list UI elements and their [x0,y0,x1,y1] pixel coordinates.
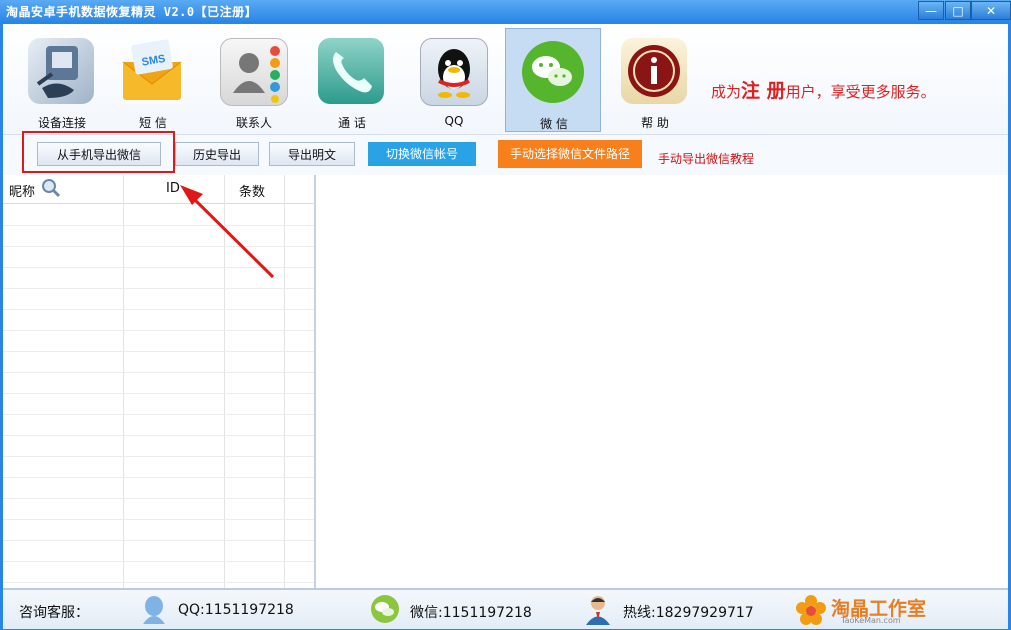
table-row [3,330,314,331]
window-title: 淘晶安卓手机数据恢复精灵 V2.0【已注册】 [6,5,258,19]
table-row [3,225,314,226]
qq-contact-icon [139,594,169,624]
toolbar-label: 通 话 [338,116,366,130]
table-row [3,414,314,415]
toolbar-qq[interactable]: QQ [408,34,500,134]
table-row [3,519,314,520]
help-info-icon [621,38,687,104]
toolbar-label: 帮 助 [641,116,669,130]
highlight-box [22,131,175,173]
column-header-nickname[interactable]: 昵称 [9,181,35,200]
manual-select-path-button[interactable]: 手动选择微信文件路径 [498,140,642,168]
history-export-button[interactable]: 历史导出 [175,142,259,166]
hotline-person-icon [583,594,613,625]
table-row [3,540,314,541]
toolbar-device-connect[interactable]: 设备连接 [16,34,108,134]
table-row [3,393,314,394]
table-row [3,477,314,478]
toolbar-label: 短 信 [139,116,167,130]
message-view-panel [316,175,1008,588]
manual-export-tutorial-link[interactable]: 手动导出微信教程 [658,150,754,167]
hotline-number: 热线:18297929717 [623,605,754,621]
app-window: 淘晶安卓手机数据恢复精灵 V2.0【已注册】 — □ ✕ 设备连接 SMS 短 … [0,0,1011,630]
device-connect-icon [28,38,94,104]
toolbar-wechat[interactable]: 微 信 [505,28,601,132]
service-label: 咨询客服： [19,605,89,621]
toolbar-label: 联系人 [235,116,272,130]
wechat-icon [520,39,586,105]
toolbar-label: QQ [444,114,464,128]
table-row [3,435,314,436]
table-row [3,498,314,499]
phone-call-icon [318,38,384,104]
toolbar-label: 设备连接 [37,116,86,130]
main-toolbar: 设备连接 SMS 短 信 联系人 通 话 QQ 微 信 帮 助 成为注 册用户，… [3,24,1008,134]
table-row [3,267,314,268]
qq-number: QQ:1151197218 [178,602,294,618]
table-row [3,309,314,310]
table-row [3,456,314,457]
minimize-button[interactable]: — [918,1,944,20]
wechat-number: 微信:1151197218 [410,605,532,621]
column-header-id[interactable]: ID [166,181,180,196]
search-icon[interactable] [41,178,61,202]
account-table: 昵称 ID 条数 [3,175,316,588]
sms-envelope-icon: SMS [119,38,185,104]
toolbar-sms[interactable]: SMS 短 信 [107,34,199,134]
register-promo[interactable]: 成为注 册用户，享受更多服务。 [711,76,936,103]
column-header-count[interactable]: 条数 [239,181,265,200]
export-plaintext-button[interactable]: 导出明文 [269,142,355,166]
wechat-contact-icon [370,594,400,624]
table-row [3,372,314,373]
switch-wechat-account-button[interactable]: 切换微信帐号 [368,142,476,166]
title-bar[interactable]: 淘晶安卓手机数据恢复精灵 V2.0【已注册】 — □ ✕ [0,0,1011,22]
table-row [3,246,314,247]
table-row [3,582,314,583]
table-header: 昵称 ID 条数 [3,175,314,204]
toolbar-help[interactable]: 帮 助 [609,34,701,134]
toolbar-contacts[interactable]: 联系人 [208,34,300,134]
toolbar-calls[interactable]: 通 话 [306,34,398,134]
qq-penguin-icon [420,38,488,106]
table-row [3,288,314,289]
table-row [3,351,314,352]
table-row [3,561,314,562]
toolbar-label: 微 信 [540,117,568,131]
promo-suffix: 用户，享受更多服务。 [785,83,936,101]
brand-logo-icon [795,594,826,625]
contacts-icon [220,38,288,106]
client-area: 设备连接 SMS 短 信 联系人 通 话 QQ 微 信 帮 助 成为注 册用户，… [3,24,1008,629]
close-button[interactable]: ✕ [971,1,1011,20]
maximize-button[interactable]: □ [945,1,971,20]
column-divider [284,175,285,588]
brand-subtitle: TaoKeMan.com [841,616,901,625]
column-divider [123,175,124,588]
promo-prefix: 成为 [711,83,742,101]
status-bar: 咨询客服： QQ:1151197218 微信:1151197218 热线:182… [3,588,1008,629]
promo-register: 注 册 [741,80,786,102]
column-divider [224,175,225,588]
